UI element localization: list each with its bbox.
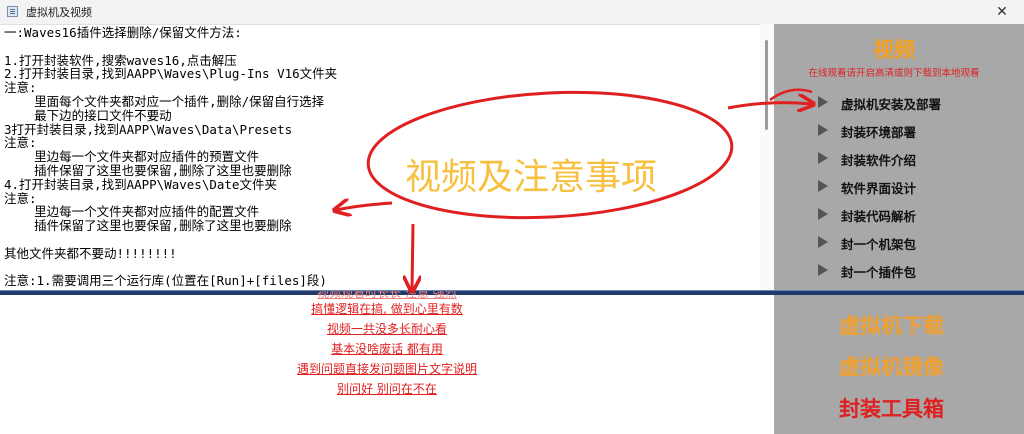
vm-download-button[interactable]: 虚拟机下载 — [774, 310, 1009, 340]
note-link[interactable]: 遇到问题直接发问题图片文字说明 — [297, 359, 477, 379]
instruction-line — [4, 233, 760, 247]
video-menu-label: 封一个插件包 — [841, 265, 917, 280]
video-menu: 虚拟机安装及部署 封装环境部署 封装软件介绍 软件界面设计 封装代码解析 封一个机架包 封一… — [774, 88, 1024, 284]
video-menu-label: 软件界面设计 — [841, 181, 917, 196]
video-menu-item[interactable]: 封装代码解析 — [774, 200, 1024, 228]
video-menu-label: 封装代码解析 — [841, 209, 917, 224]
instruction-line — [4, 40, 760, 54]
instruction-line: 一:Waves16插件选择删除/保留文件方法: — [4, 25, 242, 40]
vertical-scrollbar[interactable] — [760, 24, 774, 290]
note-link[interactable]: 视频一共没多长耐心看 — [327, 319, 447, 339]
video-subtitle: 在线观看请开启高清或则下载到本地观看 — [808, 68, 980, 79]
title-bar: 虚拟机及视频 ✕ — [0, 0, 1024, 25]
scrollbar-thumb[interactable] — [765, 40, 768, 130]
video-menu-item[interactable]: 封装软件介绍 — [774, 144, 1024, 172]
video-menu-item[interactable]: 软件界面设计 — [774, 172, 1024, 200]
instructions-panel: 一:Waves16插件选择删除/保留文件方法: 1.打开封装软件,搜索waves1… — [0, 24, 774, 290]
notes-links: 视频观看时长长 注意 强烈 搞懂逻辑在搞, 做到心里有数 视频一共没多长耐心看 基本没… — [0, 291, 774, 399]
instruction-line: 最下边的接口文件不要动 — [4, 107, 172, 123]
instruction-line: 注意: — [4, 80, 37, 96]
video-heading: 视频 — [873, 37, 915, 62]
video-menu-label: 封装软件介绍 — [841, 153, 917, 168]
note-link[interactable]: 搞懂逻辑在搞, 做到心里有数 — [311, 299, 463, 319]
note-link[interactable]: 基本没啥废话 都有用 — [331, 339, 443, 359]
instruction-line: 3打开封装目录,找到AAPP\Waves\Data\Presets — [4, 121, 293, 137]
play-triangle-icon — [818, 124, 828, 136]
play-triangle-icon — [818, 96, 828, 108]
note-link[interactable]: 别问好 别问在不在 — [337, 379, 437, 399]
instruction-line — [4, 261, 760, 275]
video-menu-label: 封装环境部署 — [841, 125, 917, 140]
close-button[interactable]: ✕ — [988, 1, 1016, 23]
video-menu-label: 封一个机架包 — [841, 237, 917, 252]
vm-image-button[interactable]: 虚拟机镜像 — [774, 351, 1009, 381]
video-menu-label: 虚拟机安装及部署 — [841, 97, 942, 112]
note-link[interactable]: 视频观看时长长 注意 强烈 — [317, 291, 457, 299]
instruction-line: 里边每一个文件夹都对应插件的配置文件 — [4, 204, 260, 220]
instruction-line: 2.打开封装目录,找到AAPP\Waves\Plug-Ins V16文件夹 — [4, 66, 338, 82]
instruction-line: 1.打开封装软件,搜索waves16,点击解压 — [4, 52, 237, 68]
instruction-line: 里面每个文件夹都对应一个插件,删除/保留自行选择 — [4, 93, 325, 109]
toolbox-button[interactable]: 封装工具箱 — [774, 393, 1009, 423]
video-menu-item[interactable]: 虚拟机安装及部署 — [774, 88, 1024, 116]
notes-panel: 视频观看时长长 注意 强烈 搞懂逻辑在搞, 做到心里有数 视频一共没多长耐心看 基本没… — [0, 291, 774, 434]
window-title: 虚拟机及视频 — [26, 6, 92, 19]
play-triangle-icon — [818, 152, 828, 164]
video-sidebar: 视频 在线观看请开启高清或则下载到本地观看 虚拟机安装及部署 封装环境部署 封装软件… — [774, 24, 1024, 290]
instruction-line: 插件保留了这里也要保留,删除了这里也要删除 — [4, 218, 292, 234]
video-menu-item[interactable]: 封一个插件包 — [774, 256, 1024, 284]
video-menu-item[interactable]: 封装环境部署 — [774, 116, 1024, 144]
action-panel: 虚拟机下载 虚拟机镜像 封装工具箱 — [774, 295, 1024, 434]
instruction-line: 其他文件夹都不要动!!!!!!!! — [4, 245, 177, 261]
video-menu-item[interactable]: 封一个机架包 — [774, 228, 1024, 256]
play-triangle-icon — [818, 264, 828, 276]
play-triangle-icon — [818, 180, 828, 192]
play-triangle-icon — [818, 236, 828, 248]
app-icon — [7, 6, 18, 17]
annotation-text: 视频及注意事项 — [405, 157, 658, 198]
play-triangle-icon — [818, 208, 828, 220]
instruction-line: 注意:1.需要调用三个运行库(位置在[Run]+[files]段) — [4, 273, 327, 289]
